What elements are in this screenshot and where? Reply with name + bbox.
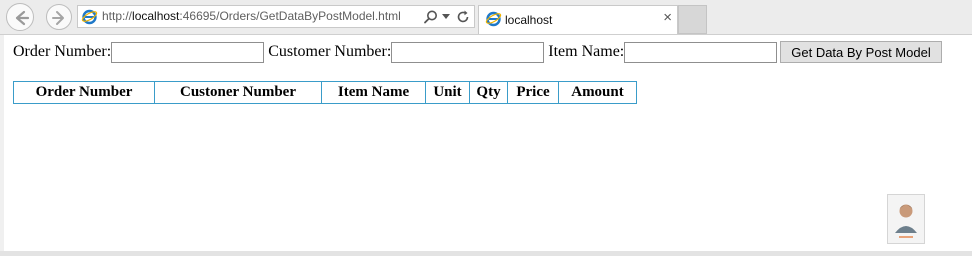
column-header-amount: Amount — [558, 81, 637, 104]
dropdown-arrow-icon[interactable] — [442, 14, 450, 20]
column-header-unit: Unit — [425, 81, 470, 104]
forward-button[interactable] — [46, 4, 72, 30]
status-strip — [0, 251, 972, 256]
forward-arrow-icon — [52, 11, 64, 25]
ie-icon — [81, 9, 98, 25]
customer-number-label: Customer Number: — [268, 43, 392, 60]
column-header-order-number: Order Number — [13, 81, 155, 104]
search-form: Order Number: Customer Number: Item Name… — [13, 41, 942, 63]
back-button[interactable] — [6, 3, 34, 31]
table-header-row: Order Number Custoner Number Item Name U… — [13, 81, 637, 104]
new-tab-button[interactable] — [678, 5, 707, 34]
tab-title: localhost — [505, 13, 553, 27]
orders-table: Order Number Custoner Number Item Name U… — [13, 81, 637, 104]
item-name-field[interactable] — [624, 41, 778, 63]
address-bar[interactable]: http://localhost:46695/Orders/GetDataByP… — [77, 5, 475, 28]
column-header-qty: Qty — [469, 81, 508, 104]
order-number-field[interactable] — [111, 41, 265, 63]
column-header-price: Price — [507, 81, 559, 104]
url-text: http://localhost:46695/Orders/GetDataByP… — [102, 9, 401, 23]
column-header-customer-number: Custoner Number — [154, 81, 322, 104]
back-arrow-icon — [15, 10, 30, 26]
tab-ie-icon — [485, 11, 502, 27]
browser-toolbar: http://localhost:46695/Orders/GetDataByP… — [0, 0, 972, 35]
get-data-button[interactable]: Get Data By Post Model — [780, 41, 942, 63]
search-icon[interactable] — [423, 9, 439, 25]
page-content: Order Number: Customer Number: Item Name… — [4, 35, 972, 251]
order-number-label: Order Number: — [13, 43, 112, 60]
person-photo-icon — [888, 195, 924, 243]
refresh-icon[interactable] — [455, 9, 471, 25]
item-name-label: Item Name: — [548, 43, 625, 60]
tab-localhost[interactable]: localhost × — [478, 5, 678, 34]
column-header-item-name: Item Name — [321, 81, 426, 104]
tab-close-icon[interactable]: × — [663, 9, 672, 26]
customer-number-field[interactable] — [391, 41, 545, 63]
avatar — [887, 194, 925, 244]
